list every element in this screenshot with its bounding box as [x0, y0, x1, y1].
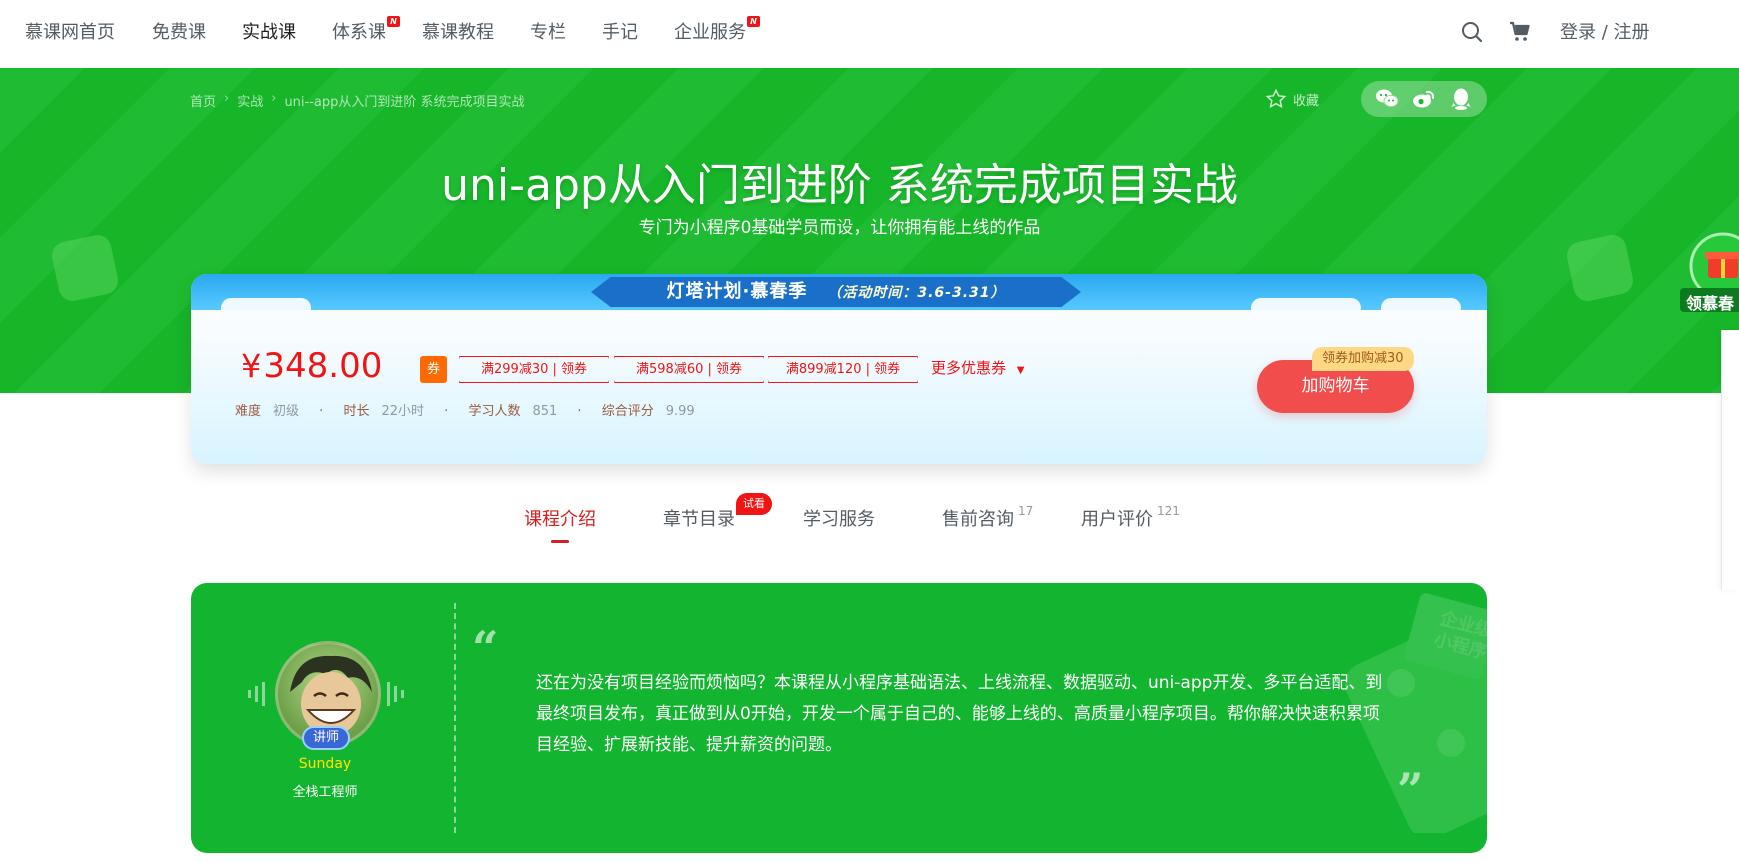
login-register-link[interactable]: 登录 / 注册 — [1560, 18, 1650, 44]
meta-difficulty-key: 难度 — [235, 404, 262, 419]
tab-user-reviews[interactable]: 用户评价 121 — [1081, 504, 1180, 531]
try-watch-badge: 试看 — [736, 493, 772, 515]
coupon-598-60[interactable]: 满598减60 | 领券 — [614, 356, 764, 383]
banner-deco-icon — [1564, 232, 1636, 304]
cloud-decoration — [1251, 298, 1361, 310]
nav-tutorials[interactable]: 慕课教程 — [422, 18, 494, 44]
tab-chapters[interactable]: 章节目录 — [663, 505, 735, 531]
consult-count: 17 — [1018, 504, 1034, 518]
nav-enterprise[interactable]: 企业服务 — [674, 18, 746, 44]
course-meta: 难度 初级 · 时长 22小时 · 学习人数 851 · 综合评分 9.99 — [235, 400, 695, 419]
star-icon — [1265, 88, 1287, 108]
lecturer-badge: 讲师 — [302, 726, 350, 750]
chevron-right-icon: › — [271, 91, 277, 106]
chevron-right-icon: › — [224, 91, 230, 106]
coupon-299-30[interactable]: 满299减30 | 领券 — [459, 356, 609, 383]
more-coupons-dropdown[interactable]: 更多优惠券 ▼ — [931, 357, 1025, 378]
review-count: 121 — [1157, 504, 1180, 518]
active-tab-indicator — [551, 540, 569, 543]
promo-period: （活动时间：3.6-3.31） — [827, 285, 1006, 301]
sound-wave-icon — [248, 682, 265, 706]
tab-presale-consult[interactable]: 售前咨询 17 — [942, 504, 1034, 531]
price-card: 灯塔计划·慕春季 （活动时间：3.6-3.31） ¥348.00 券 满299减3… — [191, 274, 1487, 464]
cloud-decoration — [1381, 298, 1461, 310]
course-description: 还在为没有项目经验而烦恼吗？本课程从小程序基础语法、上线流程、数据驱动、uni-… — [536, 673, 1383, 755]
wechat-icon[interactable] — [1375, 87, 1399, 111]
meta-learners-value: 851 — [532, 404, 558, 419]
sound-wave-icon — [387, 682, 404, 706]
nav-home[interactable]: 慕课网首页 — [25, 18, 115, 44]
currency-symbol: ¥ — [241, 347, 262, 385]
open-quote-icon: “ — [472, 621, 499, 675]
meta-rating-value: 9.99 — [665, 404, 695, 419]
lecturer-title: 全栈工程师 — [292, 785, 358, 800]
breadcrumb-home[interactable]: 首页 — [190, 91, 216, 110]
tab-learning-service[interactable]: 学习服务 — [803, 505, 875, 531]
share-bar — [1361, 81, 1487, 117]
breadcrumb-current: uni--app从入门到进阶 系统完成项目实战 — [284, 95, 525, 110]
tab-user-reviews-label: 用户评价 — [1081, 509, 1153, 530]
course-title: uni-app从入门到进阶 系统完成项目实战 — [441, 160, 1238, 211]
nav-columns[interactable]: 专栏 — [530, 18, 566, 44]
right-side-panel — [1721, 330, 1739, 590]
course-subtitle: 专门为小程序0基础学员而设，让你拥有能上线的作品 — [638, 218, 1041, 238]
nav-practical-courses[interactable]: 实战课 — [242, 18, 296, 44]
course-intro-card: 企业级小程序 讲师 Sunday 全栈工程师 “ 还在为没有项目经验而烦恼吗？本… — [191, 583, 1487, 853]
close-quote-icon: ” — [1397, 763, 1424, 817]
favorite-button[interactable]: 收藏 — [1265, 88, 1319, 110]
nav-notes[interactable]: 手记 — [602, 18, 638, 44]
meta-separator: · — [444, 404, 449, 419]
side-promo-label: 领慕春 — [1686, 294, 1735, 313]
meta-duration-value: 22小时 — [381, 404, 425, 419]
banner-deco-icon — [49, 232, 121, 304]
meta-duration-key: 时长 — [343, 404, 370, 419]
nav-free-courses[interactable]: 免费课 — [152, 18, 206, 44]
coupon-899-120[interactable]: 满899减120 | 领券 — [768, 356, 918, 383]
meta-separator: · — [577, 404, 582, 419]
new-badge: N — [747, 16, 760, 27]
coupon-tag: 券 — [420, 356, 447, 383]
meta-separator: · — [319, 404, 324, 419]
course-price: ¥348.00 — [241, 346, 382, 386]
meta-rating-key: 综合评分 — [601, 404, 654, 419]
side-promo-widget[interactable]: 领慕春 — [1678, 228, 1739, 318]
top-nav: 慕课网首页 免费课 实战课 体系课 N 慕课教程 专栏 手记 企业服务 N 登录… — [0, 0, 1739, 68]
search-icon[interactable] — [1460, 20, 1484, 44]
price-value: 348.00 — [263, 346, 383, 386]
tab-course-intro[interactable]: 课程介绍 — [524, 505, 596, 531]
weibo-icon[interactable] — [1412, 87, 1436, 111]
cart-icon[interactable] — [1508, 20, 1532, 44]
promo-title: 灯塔计划·慕春季 — [666, 281, 808, 302]
course-tabs: 课程介绍 章节目录 学习服务 售前咨询 17 用户评价 121 — [0, 504, 1739, 545]
cart-discount-tip: 领券加购减30 — [1312, 347, 1414, 371]
meta-difficulty-value: 初级 — [273, 404, 300, 419]
caret-down-icon: ▼ — [1016, 365, 1025, 376]
tab-presale-consult-label: 售前咨询 — [942, 509, 1014, 530]
breadcrumb-practical[interactable]: 实战 — [237, 91, 263, 110]
lecturer-name[interactable]: Sunday — [251, 756, 399, 772]
promo-banner[interactable]: 灯塔计划·慕春季 （活动时间：3.6-3.31） — [191, 274, 1487, 310]
divider — [454, 603, 456, 833]
breadcrumb: 首页 › 实战 › uni--app从入门到进阶 系统完成项目实战 — [190, 91, 525, 110]
cloud-decoration — [221, 298, 311, 310]
nav-system-courses[interactable]: 体系课 — [332, 18, 386, 44]
promo-ribbon: 灯塔计划·慕春季 （活动时间：3.6-3.31） — [591, 277, 1081, 307]
more-coupons-label: 更多优惠券 — [931, 359, 1007, 377]
qq-icon[interactable] — [1449, 87, 1473, 111]
new-badge: N — [387, 16, 400, 27]
nav-system-courses-label: 体系课 — [332, 22, 386, 43]
favorite-label: 收藏 — [1293, 93, 1320, 109]
meta-learners-key: 学习人数 — [468, 404, 521, 419]
